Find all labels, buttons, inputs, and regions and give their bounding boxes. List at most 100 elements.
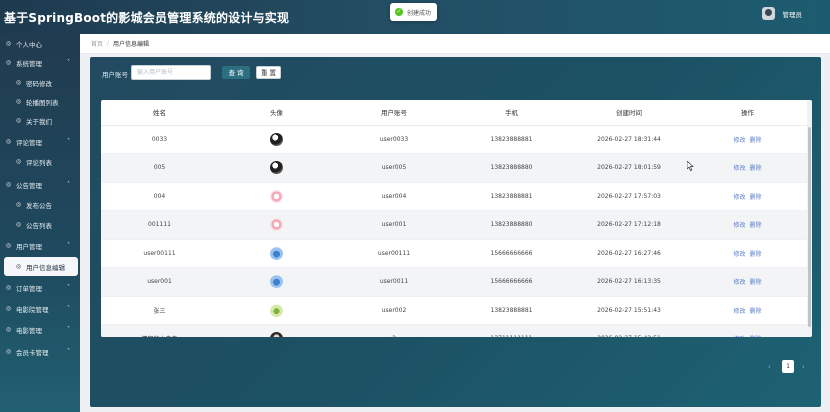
chevron-down-icon[interactable]: ˅ (67, 305, 70, 312)
edit-link[interactable]: 修改 (733, 279, 745, 286)
delete-link[interactable]: 删除 (750, 194, 762, 201)
cell-account: 2 (335, 324, 453, 337)
delete-link[interactable]: 删除 (750, 165, 762, 172)
delete-link[interactable]: 删除 (750, 251, 762, 258)
table-row: 张三 user002 13823888881 2026-02-27 15:51:43 修… (101, 296, 807, 325)
chevron-up-icon[interactable]: ˄ (67, 138, 70, 145)
chevron-down-icon[interactable]: ˅ (67, 348, 70, 355)
cell-name: 004 (101, 182, 218, 211)
settings-icon: ◎ (5, 59, 12, 66)
cell-name: user00111 (101, 239, 218, 268)
toast-message: 创建成功 (407, 9, 432, 17)
cell-actions: 修改删除 (688, 210, 807, 240)
list-icon: ◎ (15, 221, 22, 228)
chevron-down-icon[interactable]: ˅ (67, 326, 70, 333)
cell-phone: 15666666666 (453, 239, 570, 268)
info-icon: ◎ (15, 117, 22, 124)
pagination-current-page[interactable]: 1 (782, 360, 794, 373)
sidebar-item-label: 个人中心 (16, 40, 42, 49)
user-avatar-icon[interactable] (761, 7, 775, 20)
sidebar-item-label: 电影院管理 (16, 305, 49, 314)
home-icon: ◎ (5, 40, 12, 47)
sidebar-item-label: 评论列表 (26, 158, 52, 167)
chevron-up-icon[interactable]: ˄ (67, 242, 70, 249)
sidebar-item-label: 轮播图列表 (26, 98, 59, 107)
sidebar-item-label: 关于我们 (26, 117, 52, 126)
pagination-next-button[interactable]: › (802, 363, 805, 371)
sidebar-item-1[interactable]: ◎ 系统管理 ˄ (0, 53, 80, 72)
table-row: 001111 user001 13823888880 2026-02-27 17:12… (101, 210, 807, 240)
column-header-name: 姓名 (101, 100, 218, 126)
cell-avatar (218, 324, 335, 337)
avatar-image (270, 218, 283, 232)
film-icon: ◎ (5, 326, 12, 333)
delete-link[interactable]: 删除 (750, 308, 762, 315)
table-row: 情怒的小白白 2137111111112026-02-27 15:42:51 修改 删… (101, 324, 807, 337)
sidebar-item-label: 订单管理 (16, 284, 42, 293)
sidebar-item-14[interactable]: ◎ 电影管理 ˅ (0, 320, 80, 339)
avatar-image (270, 246, 283, 260)
sidebar-item-3[interactable]: ◎ 轮播图列表 (0, 92, 80, 111)
delete-link[interactable]: 删除 (750, 336, 762, 337)
sidebar-item-9[interactable]: ◎ 公告列表 (0, 215, 80, 234)
sidebar-item-7[interactable]: ◎ 公告管理 ˄ (0, 175, 80, 194)
table-row: 005 user005 13823888880 2026-02-27 18:01:59… (101, 153, 807, 183)
mouse-cursor-icon (686, 160, 694, 173)
user-area[interactable]: 管理员 (761, 7, 803, 20)
pagination-prev-button[interactable]: ‹ (768, 363, 771, 371)
edit-link[interactable]: 修改 (733, 165, 745, 172)
edit-icon: ◎ (15, 201, 22, 208)
account-search-input[interactable] (131, 65, 211, 80)
table-row: user001 user0011 15666666666 2026-02-27 16:… (101, 267, 807, 297)
edit-link[interactable]: 修改 (733, 251, 745, 258)
sidebar-item-10[interactable]: ◎ 用户管理 ˄ (0, 236, 80, 255)
sidebar-item-5[interactable]: ◎ 评论管理 ˄ (0, 132, 80, 151)
cell-avatar (218, 125, 335, 154)
cell-actions: 修改删除 (688, 296, 807, 325)
notice-icon: ◎ (5, 181, 12, 188)
chevron-up-icon[interactable]: ˄ (67, 181, 70, 188)
cell-actions: 修改删除 (688, 182, 807, 211)
user-icon: ◎ (5, 242, 12, 249)
edit-link[interactable]: 修改 (733, 222, 745, 229)
reset-button[interactable]: 重 置 (256, 66, 281, 79)
user-name[interactable]: 管理员 (783, 9, 803, 19)
sidebar-item-label: 密码修改 (26, 79, 52, 88)
sidebar-item-13[interactable]: ◎ 电影院管理 ˅ (0, 299, 80, 318)
sidebar-item-6[interactable]: ◎ 评论列表 (0, 152, 80, 171)
cell-created: 2026-02-27 18:01:59 (570, 153, 688, 183)
edit-link[interactable]: 修改 (733, 308, 745, 315)
sidebar-item-12[interactable]: ◎ 订单管理 ˅ (0, 278, 80, 297)
search-label: 用户账号 (102, 71, 128, 79)
sidebar-item-label: 用户管理 (16, 242, 42, 251)
sidebar-item-11[interactable]: ◎ 用户信息编辑 (4, 257, 78, 276)
sidebar-item-4[interactable]: ◎ 关于我们 (0, 111, 80, 130)
sidebar-item-label: 发布公告 (26, 201, 52, 210)
edit-link[interactable]: 修改 (733, 336, 745, 337)
chevron-up-icon[interactable]: ˄ (67, 59, 70, 66)
sidebar-item-label: 系统管理 (16, 59, 42, 68)
delete-link[interactable]: 删除 (750, 137, 762, 144)
table-scrollbar-thumb[interactable] (808, 127, 811, 327)
cell-name: 情怒的小白白 (101, 324, 218, 337)
edit-link[interactable]: 修改 (733, 137, 745, 144)
sidebar-item-8[interactable]: ◎ 发布公告 (0, 195, 80, 214)
cell-avatar (218, 153, 335, 183)
sidebar-item-15[interactable]: ◎ 会员卡管理 ˅ (0, 342, 80, 361)
cell-created: 2026-02-27 17:12:18 (570, 210, 688, 240)
breadcrumb-current: 用户信息编辑 (113, 41, 150, 48)
breadcrumb-home-link[interactable]: 首页 (91, 39, 103, 48)
edit-link[interactable]: 修改 (733, 194, 745, 201)
sidebar-item-0[interactable]: ◎ 个人中心 (0, 34, 80, 53)
success-toast: ✓ 创建成功 (390, 3, 437, 21)
avatar-image (270, 275, 283, 289)
chevron-down-icon[interactable]: ˅ (67, 284, 70, 291)
table-scrollbar[interactable] (807, 100, 812, 337)
cell-phone: 13823888881 (453, 182, 570, 211)
cell-avatar (218, 296, 335, 325)
cell-created: 2026-02-27 15:42:51 (570, 324, 688, 337)
query-button[interactable]: 查 询 (222, 66, 250, 79)
delete-link[interactable]: 删除 (750, 222, 762, 229)
delete-link[interactable]: 删除 (750, 279, 762, 286)
sidebar-item-2[interactable]: ◎ 密码修改 (0, 73, 80, 92)
